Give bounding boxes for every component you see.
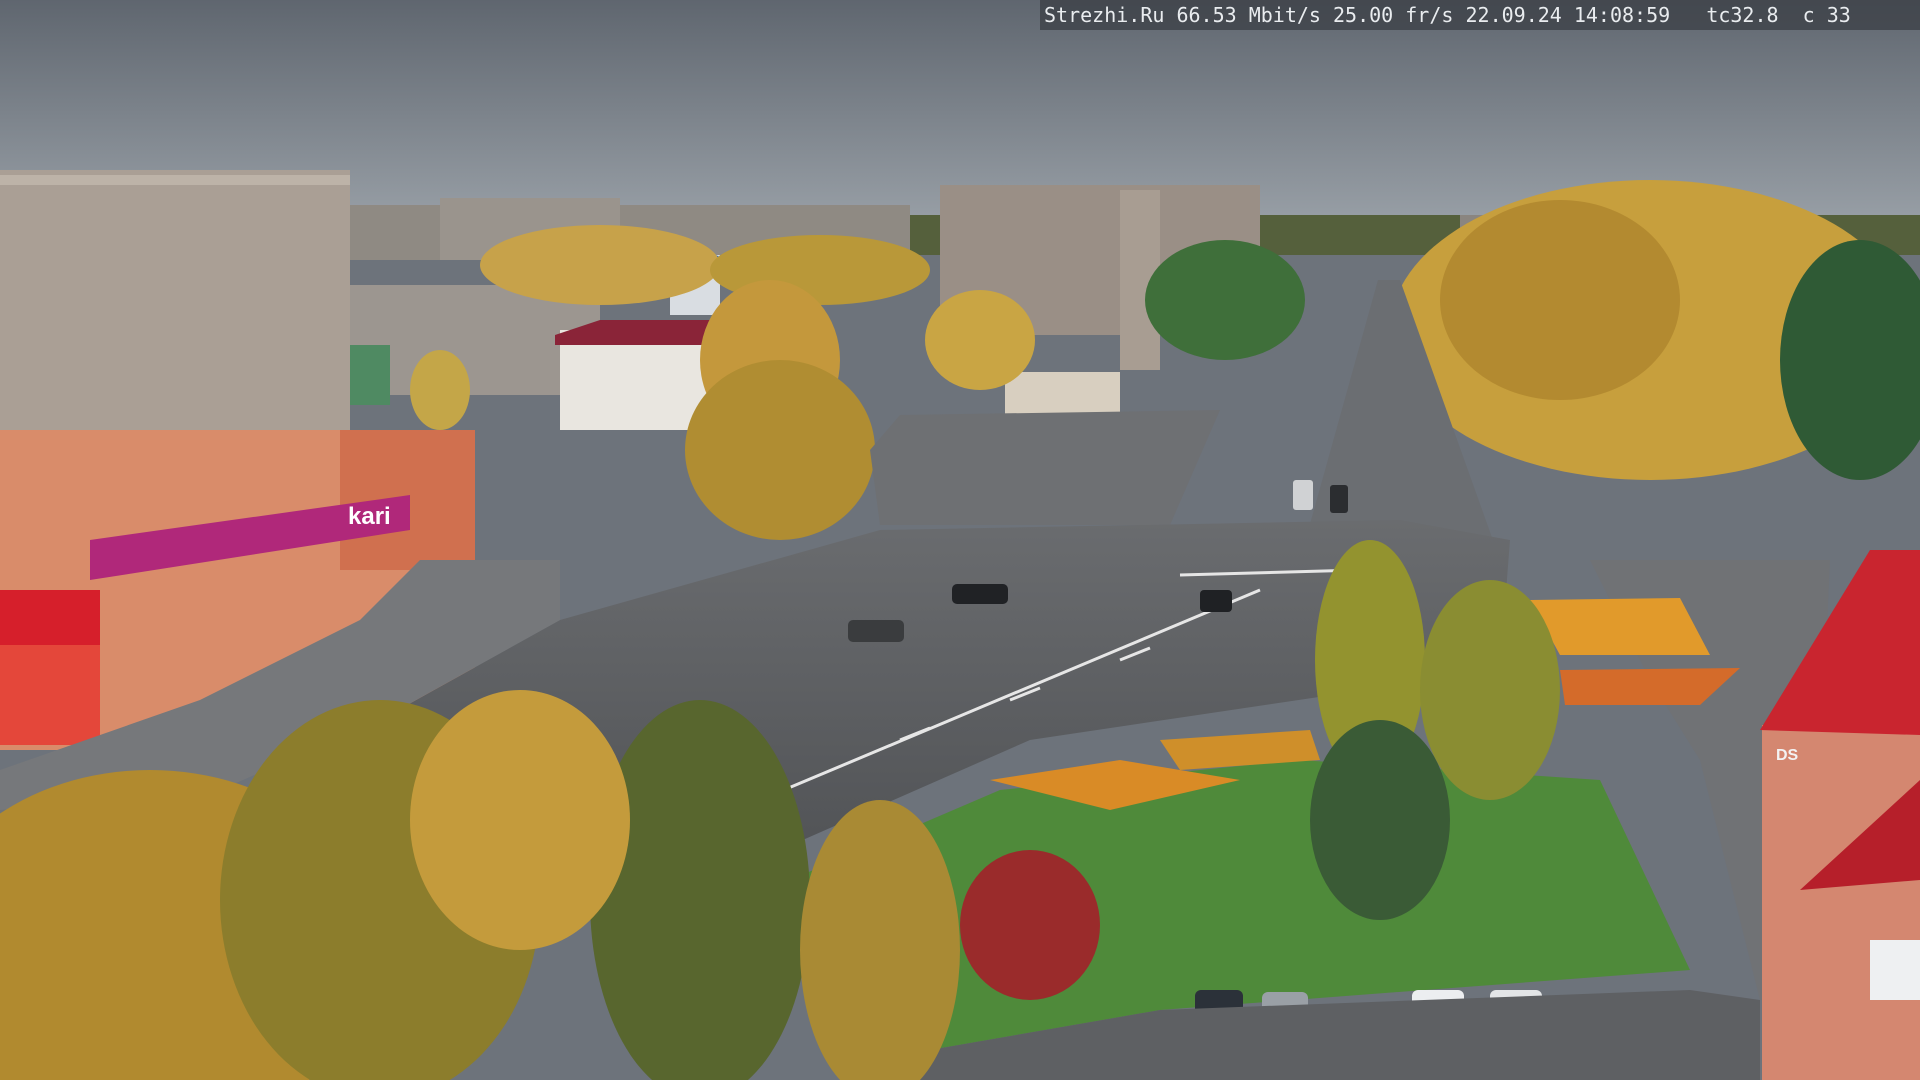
webcam-status-overlay: Strezhi.Ru 66.53 Mbit/s 25.00 fr/s 22.09… bbox=[1040, 0, 1920, 30]
overlay-tc: tc32.8 bbox=[1706, 3, 1779, 27]
tower-sign-text: DS bbox=[1776, 747, 1799, 764]
overlay-framerate: 25.00 fr/s bbox=[1333, 3, 1454, 27]
overlay-c: c 33 bbox=[1802, 3, 1851, 27]
city-square-photo: kari DS bbox=[0, 0, 1920, 1080]
upper-plaza bbox=[870, 410, 1220, 525]
overlay-datetime: 22.09.24 14:08:59 bbox=[1465, 3, 1671, 27]
overlay-site: Strezhi.Ru bbox=[1044, 3, 1165, 27]
webcam-frame: kari DS Strezhi.Ru 66.53 Mbit/s 25.00 fr… bbox=[0, 0, 1920, 1080]
store-logo-text: kari bbox=[348, 503, 391, 530]
overlay-bitrate: 66.53 Mbit/s bbox=[1176, 3, 1321, 27]
